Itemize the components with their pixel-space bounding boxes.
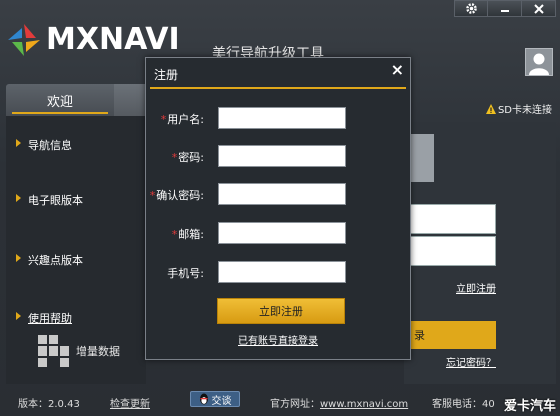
required-mark: * xyxy=(171,228,178,241)
dialog-title: 注册 xyxy=(154,68,179,82)
minimize-icon xyxy=(500,9,509,12)
register-now-link[interactable]: 立即注册 xyxy=(456,280,496,295)
sidebar-item-help[interactable]: 使用帮助 xyxy=(16,310,72,326)
service-phone: 客服电话：40 xyxy=(432,399,495,410)
minimize-button[interactable] xyxy=(488,0,522,17)
app-window: MXNAVI 美行导航升级工具 欢迎 SD卡未连接 导航信息 电子眼版本 兴趣点… xyxy=(0,0,560,416)
login-username-input[interactable] xyxy=(404,204,496,234)
password-row: *密码: xyxy=(146,145,410,167)
sidebar-item-poi-version[interactable]: 兴趣点版本 xyxy=(16,252,83,268)
official-site-label: 官方网址： xyxy=(270,399,320,410)
sidebar-item-label: 电子眼版本 xyxy=(28,194,83,207)
sidebar-item-label: 导航信息 xyxy=(28,139,72,152)
official-site-link[interactable]: www.mxnavi.com xyxy=(320,399,408,410)
tab-welcome-label: 欢迎 xyxy=(46,94,73,110)
warning-icon xyxy=(485,103,496,114)
forgot-password-link[interactable]: 忘记密码？ xyxy=(446,354,496,369)
user-avatar-button[interactable] xyxy=(525,48,553,76)
dialog-close-button[interactable]: × xyxy=(391,60,404,79)
required-mark: * xyxy=(160,113,167,126)
incremental-data-item[interactable]: 增量数据 xyxy=(38,335,120,367)
user-icon xyxy=(529,53,549,75)
arrow-right-icon xyxy=(16,194,21,202)
sidebar-item-label: 使用帮助 xyxy=(28,312,72,325)
login-password-input[interactable] xyxy=(404,236,496,266)
arrow-right-icon xyxy=(16,139,21,147)
confirm-password-field[interactable] xyxy=(218,183,346,205)
username-label: *用户名: xyxy=(160,113,204,126)
grid-icon xyxy=(38,335,70,367)
watermark: 爱卡汽车 xyxy=(503,399,556,414)
password-label: *密码: xyxy=(171,151,204,164)
sidebar-item-nav-info[interactable]: 导航信息 xyxy=(16,137,72,153)
login-button[interactable]: 录 xyxy=(404,321,496,349)
confirm-password-label: *确认密码: xyxy=(149,189,204,202)
brand-logo: MXNAVI xyxy=(8,24,180,56)
phone-field[interactable] xyxy=(218,261,346,283)
dialog-divider xyxy=(150,87,406,89)
username-row: *用户名: xyxy=(146,107,410,129)
version-text: 版本：2.0.43 xyxy=(18,399,80,410)
close-icon xyxy=(533,3,544,14)
register-dialog: 注册 × *用户名: *密码: *确认密码: *邮箱: 手机号: 立即注册 已有… xyxy=(145,57,411,360)
sd-card-status: SD卡未连接 xyxy=(485,101,552,116)
dialog-header: 注册 × xyxy=(146,58,410,88)
required-mark: * xyxy=(171,151,178,164)
register-submit-label: 立即注册 xyxy=(259,305,303,318)
tab-welcome[interactable]: 欢迎 xyxy=(6,84,114,116)
sd-status-text: SD卡未连接 xyxy=(497,105,552,116)
register-submit-button[interactable]: 立即注册 xyxy=(217,298,345,324)
existing-account-login-link[interactable]: 已有账号直接登录 xyxy=(146,332,410,347)
window-controls xyxy=(454,0,556,17)
settings-button[interactable] xyxy=(454,0,488,17)
check-update-link[interactable]: 检查更新 xyxy=(110,395,150,410)
phone-row: 手机号: xyxy=(146,261,410,283)
email-label: *邮箱: xyxy=(171,228,204,241)
qq-chat-button[interactable]: 交谈 xyxy=(190,391,240,407)
username-field[interactable] xyxy=(218,107,346,129)
close-button[interactable] xyxy=(522,0,556,17)
arrow-right-icon xyxy=(16,312,21,320)
penguin-icon xyxy=(199,393,208,405)
status-bar: 版本：2.0.43 检查更新 交谈 官方网址：www.mxnavi.com 客服… xyxy=(0,388,560,416)
incremental-data-label: 增量数据 xyxy=(76,345,120,358)
phone-label: 手机号: xyxy=(167,267,204,280)
sidebar-item-camera-version[interactable]: 电子眼版本 xyxy=(16,192,83,208)
gear-icon xyxy=(465,3,477,14)
email-field[interactable] xyxy=(218,222,346,244)
confirm-password-row: *确认密码: xyxy=(146,183,410,205)
email-row: *邮箱: xyxy=(146,222,410,244)
logo-mark-icon xyxy=(8,24,40,56)
required-mark: * xyxy=(149,189,156,202)
official-site: 官方网址：www.mxnavi.com xyxy=(270,395,408,410)
login-button-label: 录 xyxy=(414,329,425,342)
brand-name: MXNAVI xyxy=(46,22,180,57)
password-field[interactable] xyxy=(218,145,346,167)
qq-chat-label: 交谈 xyxy=(211,395,232,407)
sidebar-item-label: 兴趣点版本 xyxy=(28,254,83,267)
arrow-right-icon xyxy=(16,254,21,262)
